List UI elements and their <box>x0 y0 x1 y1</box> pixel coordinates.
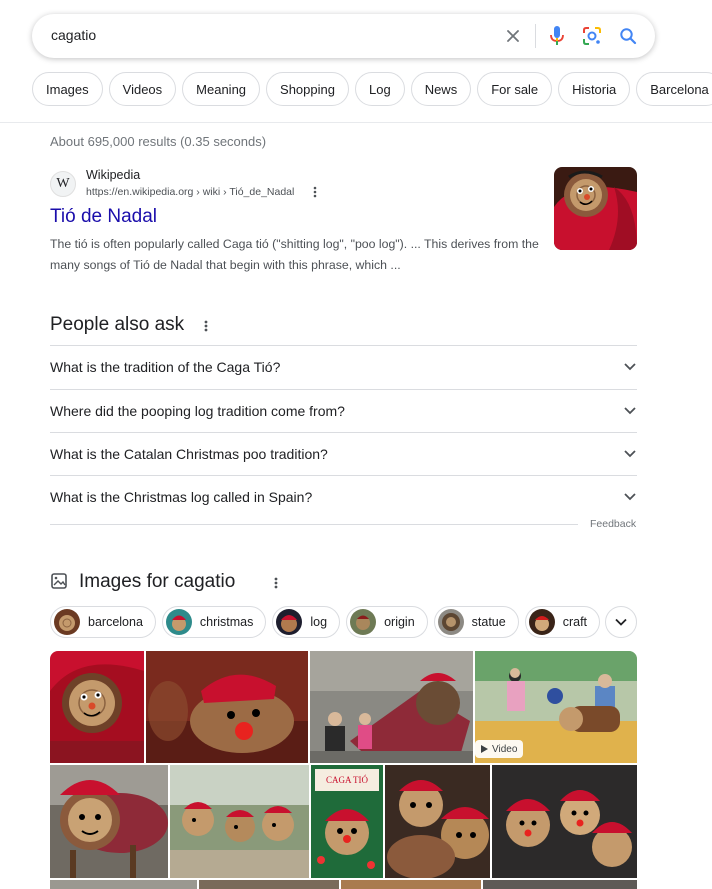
image-result[interactable]: CAGA TIÓ <box>311 765 383 878</box>
more-options-icon[interactable] <box>309 185 321 199</box>
chevron-down-icon <box>624 407 636 415</box>
chevron-down-icon <box>624 450 636 458</box>
search-input[interactable]: cagatio <box>51 27 96 43</box>
microphone-icon[interactable] <box>545 24 569 48</box>
video-label: Video <box>492 743 518 755</box>
search-icon[interactable] <box>616 24 640 48</box>
more-chips-button[interactable] <box>605 606 637 638</box>
chip-shopping[interactable]: Shopping <box>266 72 349 106</box>
result-stats: About 695,000 results (0.35 seconds) <box>50 134 267 149</box>
search-bar[interactable]: cagatio <box>32 14 655 58</box>
chip-label: origin <box>384 615 415 629</box>
image-chip-christmas[interactable]: christmas <box>161 606 267 638</box>
result-snippet: The tió is often popularly called Caga t… <box>50 237 539 272</box>
search-divider <box>535 24 536 48</box>
paa-question-text: What is the Catalan Christmas poo tradit… <box>50 446 328 462</box>
paa-question-text: What is the Christmas log called in Spai… <box>50 489 313 505</box>
image-chips: barcelona christmas log origin statue cr… <box>50 606 601 638</box>
header-divider <box>0 122 712 123</box>
paa-question[interactable]: What is the Christmas log called in Spai… <box>50 475 637 518</box>
chip-historia[interactable]: Historia <box>558 72 631 106</box>
images-options-icon[interactable] <box>270 575 282 591</box>
wikipedia-favicon: W <box>50 171 76 197</box>
paa-question-text: Where did the pooping log tradition come… <box>50 403 345 419</box>
image-chip-statue[interactable]: statue <box>433 606 519 638</box>
chip-thumbnail <box>350 609 377 635</box>
image-result[interactable] <box>50 880 197 889</box>
chip-label: log <box>310 615 328 629</box>
result-title-link[interactable]: Tió de Nadal <box>50 206 157 228</box>
chip-news[interactable]: News <box>410 72 472 106</box>
lens-icon[interactable] <box>580 24 604 48</box>
chip-thumbnail <box>437 609 464 635</box>
image-result[interactable] <box>483 880 637 889</box>
paa-divider <box>50 524 578 525</box>
image-result[interactable] <box>341 880 481 889</box>
chip-thumbnail <box>276 609 303 635</box>
image-result[interactable] <box>50 651 144 763</box>
image-chip-log[interactable]: log <box>272 606 341 638</box>
image-chip-craft[interactable]: craft <box>524 606 601 638</box>
image-icon <box>50 572 68 590</box>
chip-label: barcelona <box>88 615 143 629</box>
paa-question[interactable]: Where did the pooping log tradition come… <box>50 389 637 432</box>
result-thumbnail[interactable] <box>554 167 637 250</box>
paa-question[interactable]: What is the tradition of the Caga Tió? <box>50 345 637 388</box>
image-result[interactable] <box>199 880 339 889</box>
chevron-down-icon <box>624 493 636 501</box>
result-site-name[interactable]: Wikipedia <box>86 168 140 182</box>
result-url[interactable]: https://en.wikipedia.org › wiki › Tió_de… <box>86 186 294 198</box>
chip-images[interactable]: Images <box>32 72 103 106</box>
image-result[interactable] <box>492 765 637 878</box>
chip-meaning[interactable]: Meaning <box>182 72 261 106</box>
chip-for-sale[interactable]: For sale <box>477 72 553 106</box>
images-heading[interactable]: Images for cagatio <box>79 571 235 593</box>
image-result[interactable] <box>50 765 168 878</box>
chevron-down-icon <box>624 363 636 371</box>
chip-label: christmas <box>199 615 254 629</box>
filter-chips: Images Videos Meaning Shopping Log News … <box>32 72 712 106</box>
image-result[interactable] <box>146 651 308 763</box>
paa-question-text: What is the tradition of the Caga Tió? <box>50 359 281 375</box>
image-chip-origin[interactable]: origin <box>346 606 428 638</box>
chip-label: statue <box>471 615 506 629</box>
video-badge: Video <box>475 740 524 758</box>
chip-videos[interactable]: Videos <box>108 72 177 106</box>
image-result[interactable] <box>170 765 309 878</box>
chip-thumbnail <box>54 609 80 635</box>
chip-label: craft <box>562 615 588 629</box>
image-chip-barcelona[interactable]: barcelona <box>50 606 156 638</box>
caga-tio-sign-text: CAGA TIÓ <box>326 775 369 785</box>
image-result[interactable] <box>310 651 473 763</box>
chip-barcelona[interactable]: Barcelona <box>636 72 712 106</box>
paa-question[interactable]: What is the Catalan Christmas poo tradit… <box>50 432 637 475</box>
play-icon <box>481 745 488 753</box>
chip-log[interactable]: Log <box>354 72 405 106</box>
chip-thumbnail <box>165 609 192 635</box>
paa-options-icon[interactable] <box>200 318 212 334</box>
image-result[interactable] <box>385 765 490 878</box>
chevron-down-icon <box>615 618 627 626</box>
feedback-link[interactable]: Feedback <box>590 518 636 530</box>
paa-heading: People also ask <box>50 314 185 335</box>
clear-icon[interactable] <box>501 24 525 48</box>
chip-thumbnail <box>528 609 555 635</box>
